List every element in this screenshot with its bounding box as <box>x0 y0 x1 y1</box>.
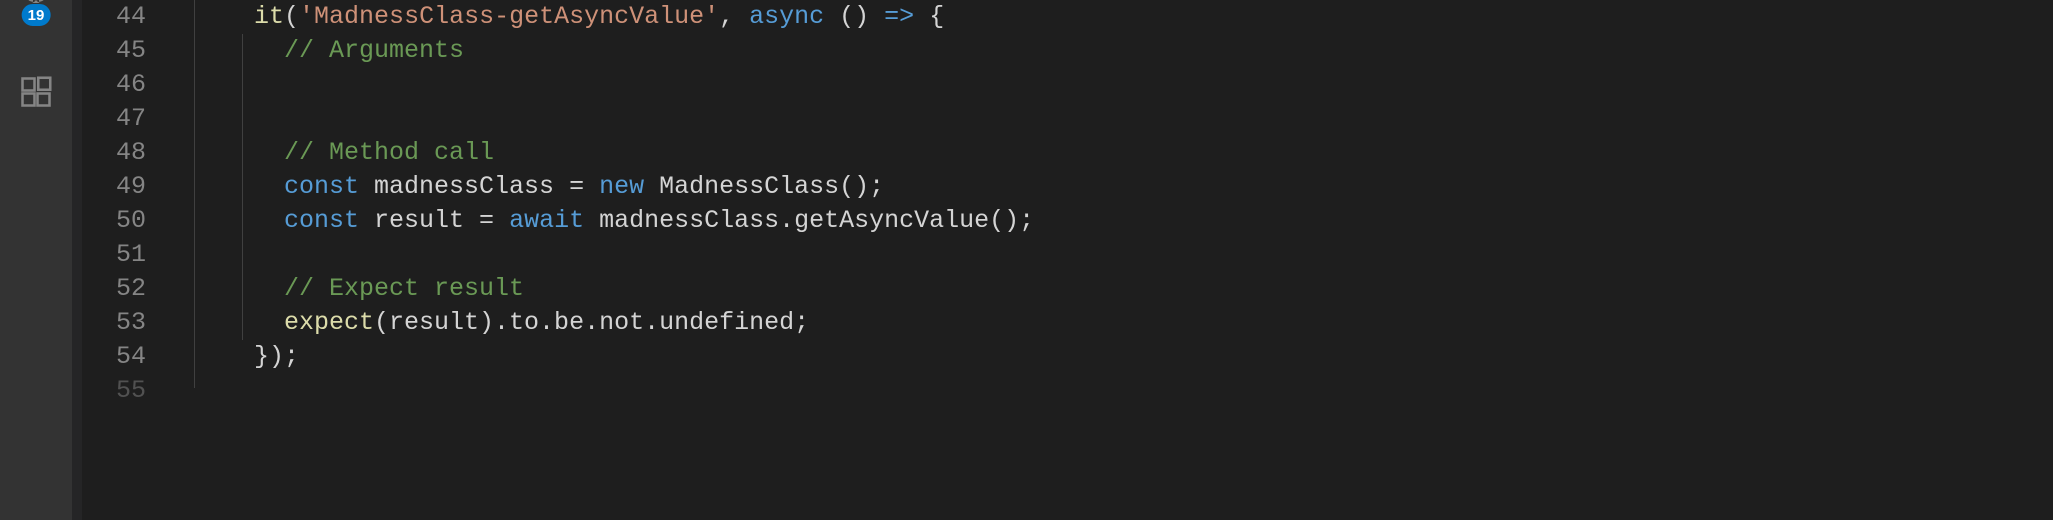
token-var: result = <box>359 206 509 235</box>
token-keyword: new <box>599 172 644 201</box>
minimap[interactable] <box>1845 0 2035 520</box>
token-keyword: await <box>509 206 584 235</box>
token-punct: (); <box>989 206 1034 235</box>
token-chain: (result).to.be.not.undefined; <box>374 308 809 337</box>
token-class: MadnessClass <box>659 172 839 201</box>
token-arrow: => <box>884 2 914 31</box>
token-punct: { <box>914 2 944 31</box>
token-punct: ( <box>284 2 299 31</box>
token-keyword: const <box>284 206 359 235</box>
code-editor[interactable]: 44 45 46 47 48 49 50 51 52 53 54 55 it('… <box>82 0 2053 520</box>
token-var: madnessClass = <box>359 172 599 201</box>
token-function: expect <box>284 308 374 337</box>
line-number: 54 <box>82 340 146 374</box>
token-string: 'MadnessClass-getAsyncValue' <box>299 2 719 31</box>
token-var: madnessClass. <box>584 206 794 235</box>
code-line[interactable]: const result = await madnessClass.getAsy… <box>172 204 1845 238</box>
source-control-badge: 19 <box>21 3 52 27</box>
token-keyword: const <box>284 172 359 201</box>
token-keyword: async <box>749 2 824 31</box>
line-number: 55 <box>82 374 146 408</box>
token-function: it <box>254 2 284 31</box>
code-line[interactable]: const madnessClass = new MadnessClass(); <box>172 170 1845 204</box>
token-punct: () <box>824 2 884 31</box>
token-punct: , <box>719 2 749 31</box>
sidebar-sliver <box>72 0 82 520</box>
code-line[interactable]: }); <box>172 340 1845 374</box>
line-number: 53 <box>82 306 146 340</box>
token-comment: // Method call <box>284 138 494 167</box>
line-number: 46 <box>82 68 146 102</box>
code-line[interactable] <box>172 102 1845 136</box>
vertical-scrollbar[interactable] <box>2035 0 2053 520</box>
source-control-activity[interactable]: 19 <box>0 0 72 40</box>
activity-bar: 19 <box>0 0 72 520</box>
code-line[interactable]: // Method call <box>172 136 1845 170</box>
code-line[interactable]: // Expect result <box>172 272 1845 306</box>
code-content[interactable]: it('MadnessClass-getAsyncValue', async (… <box>172 0 1845 520</box>
code-line[interactable]: // Arguments <box>172 34 1845 68</box>
line-number: 52 <box>82 272 146 306</box>
code-line[interactable]: it('MadnessClass-getAsyncValue', async (… <box>172 0 1845 34</box>
token-method: getAsyncValue <box>794 206 989 235</box>
line-number: 47 <box>82 102 146 136</box>
token-punct: (); <box>839 172 884 201</box>
token-comment: // Arguments <box>284 36 464 65</box>
editor-root: 19 44 45 46 47 48 49 50 51 52 53 54 55 <box>0 0 2053 520</box>
line-number: 44 <box>82 0 146 34</box>
extensions-icon <box>18 74 54 110</box>
line-number-gutter: 44 45 46 47 48 49 50 51 52 53 54 55 <box>82 0 172 520</box>
code-line[interactable] <box>172 374 1845 388</box>
line-number: 49 <box>82 170 146 204</box>
extensions-activity[interactable] <box>0 62 72 122</box>
line-number: 45 <box>82 34 146 68</box>
line-number: 48 <box>82 136 146 170</box>
token-punct: }); <box>254 342 299 371</box>
line-number: 51 <box>82 238 146 272</box>
token-space <box>644 172 659 201</box>
code-line[interactable] <box>172 238 1845 272</box>
code-line[interactable]: expect(result).to.be.not.undefined; <box>172 306 1845 340</box>
line-number: 50 <box>82 204 146 238</box>
code-line[interactable] <box>172 68 1845 102</box>
token-comment: // Expect result <box>284 274 524 303</box>
